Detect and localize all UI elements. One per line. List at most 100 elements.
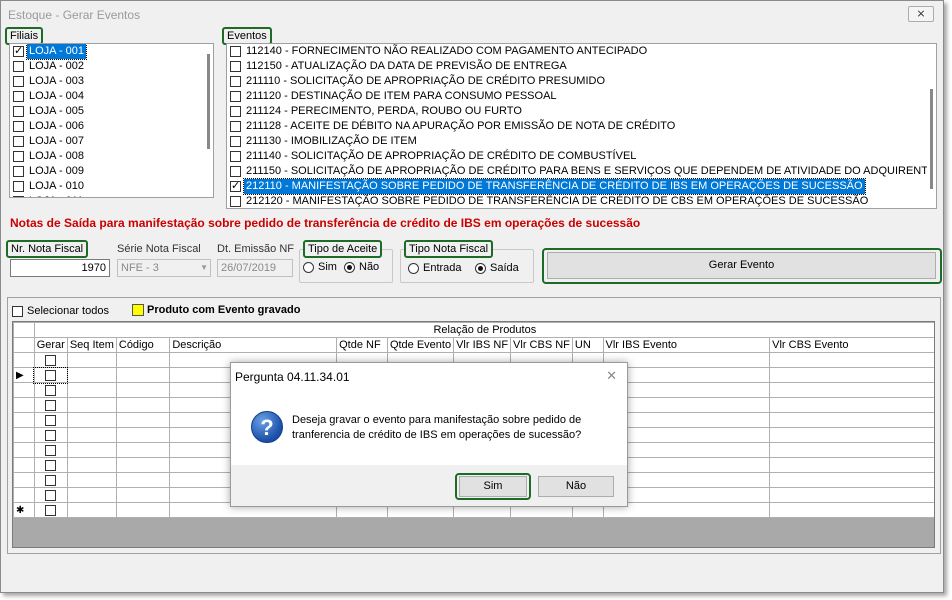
grid-cell[interactable] <box>769 442 934 458</box>
grid-cell[interactable] <box>602 457 771 473</box>
gerar-cell[interactable] <box>33 442 68 458</box>
aceite-nao-radio[interactable] <box>344 261 355 273</box>
eventos-item-checkbox[interactable] <box>230 91 241 102</box>
grid-cell[interactable] <box>66 457 117 473</box>
grid-cell[interactable] <box>769 367 934 383</box>
filiais-item-checkbox[interactable] <box>13 136 24 147</box>
grid-cell[interactable] <box>602 397 771 413</box>
gerar-checkbox[interactable] <box>45 429 57 441</box>
eventos-item-checkbox[interactable] <box>230 76 241 87</box>
grid-cell[interactable] <box>66 487 117 503</box>
selecionar-todos-checkbox[interactable] <box>12 305 23 317</box>
gerar-cell[interactable] <box>33 457 68 473</box>
eventos-item[interactable]: 112150 - ATUALIZAÇÃO DA DATA DE PREVISÃO… <box>227 59 569 74</box>
gerar-checkbox[interactable] <box>45 384 57 396</box>
emissao-input[interactable]: 26/07/2019 <box>217 259 293 277</box>
filiais-item[interactable]: LOJA - 011 <box>10 194 85 197</box>
eventos-item-checkbox[interactable] <box>230 179 241 193</box>
grid-cell[interactable] <box>769 457 934 473</box>
grid-cell[interactable] <box>602 487 771 503</box>
filiais-item-checkbox[interactable] <box>13 106 24 117</box>
aceite-sim-radio[interactable] <box>303 261 314 273</box>
grid-cell[interactable] <box>66 427 117 443</box>
eventos-item[interactable]: 112140 - FORNECIMENTO NÃO REALIZADO COM … <box>227 44 649 59</box>
filiais-list[interactable]: LOJA - 001LOJA - 002 LOJA - 003 LOJA - 004… <box>9 43 214 198</box>
grid-cell[interactable] <box>769 472 934 488</box>
serie-select[interactable]: NFE - 3 ▼ <box>117 259 211 277</box>
gerar-cell[interactable] <box>33 502 68 518</box>
filiais-item-checkbox[interactable] <box>13 76 24 87</box>
eventos-item[interactable]: 211140 - SOLICITAÇÃO DE APROPRIAÇÃO DE C… <box>227 149 638 164</box>
eventos-item-checkbox[interactable] <box>230 196 241 207</box>
gerar-cell[interactable] <box>33 427 68 443</box>
grid-cell[interactable] <box>115 472 171 488</box>
eventos-item[interactable]: 212120 - MANIFESTAÇÃO SOBRE PEDIDO DE TR… <box>227 194 870 208</box>
window-close-button[interactable]: ⨯ <box>908 6 934 22</box>
grid-cell[interactable] <box>66 502 117 518</box>
gerar-cell[interactable] <box>33 382 68 398</box>
filiais-item[interactable]: LOJA - 001 <box>10 44 88 60</box>
aceite-sim-option[interactable]: Sim <box>303 261 337 273</box>
filiais-scrollbar[interactable] <box>204 44 213 197</box>
grid-cell[interactable] <box>602 382 771 398</box>
filiais-item-checkbox[interactable] <box>13 91 24 102</box>
dialog-close-icon[interactable]: ✕ <box>606 368 617 384</box>
nota-saida-option[interactable]: Saída <box>475 262 519 274</box>
eventos-item[interactable]: 212110 - MANIFESTAÇÃO SOBRE PEDIDO DE TR… <box>227 178 866 195</box>
aceite-nao-option[interactable]: Não <box>344 261 379 273</box>
grid-cell[interactable] <box>115 352 171 368</box>
grid-cell[interactable] <box>66 352 117 368</box>
eventos-item[interactable]: 211150 - SOLICITAÇÃO DE APROPRIAÇÃO DE C… <box>227 164 936 179</box>
gerar-checkbox[interactable] <box>45 474 57 486</box>
grid-cell[interactable] <box>769 352 934 368</box>
grid-cell[interactable] <box>769 487 934 503</box>
grid-cell[interactable] <box>769 397 934 413</box>
filiais-item-checkbox[interactable] <box>13 181 24 192</box>
grid-column-header[interactable]: Vlr IBS NF <box>453 337 512 353</box>
grid-cell[interactable] <box>66 442 117 458</box>
grid-cell[interactable] <box>769 382 934 398</box>
eventos-list[interactable]: 112140 - FORNECIMENTO NÃO REALIZADO COM … <box>226 43 937 209</box>
grid-cell[interactable] <box>115 367 171 383</box>
gerar-cell[interactable] <box>33 366 69 384</box>
grid-cell[interactable] <box>602 502 771 518</box>
gerar-cell[interactable] <box>33 397 68 413</box>
gerar-cell[interactable] <box>33 487 68 503</box>
grid-column-header[interactable]: Qtde NF <box>336 337 388 353</box>
eventos-item-checkbox[interactable] <box>230 121 241 132</box>
gerar-cell[interactable] <box>33 352 68 368</box>
nota-fiscal-input[interactable]: 1970 <box>10 259 110 277</box>
grid-cell[interactable] <box>769 502 934 518</box>
filiais-item-checkbox[interactable] <box>13 151 24 162</box>
gerar-checkbox[interactable] <box>45 459 57 471</box>
grid-cell[interactable] <box>602 412 771 428</box>
filiais-item[interactable]: LOJA - 004 <box>10 89 86 104</box>
grid-column-header[interactable]: Seq Item <box>66 337 117 353</box>
filiais-item[interactable]: LOJA - 007 <box>10 134 86 149</box>
gerar-cell[interactable] <box>33 412 68 428</box>
grid-cell[interactable] <box>115 502 171 518</box>
eventos-scrollbar[interactable] <box>927 44 936 208</box>
gerar-cell[interactable] <box>33 472 68 488</box>
eventos-item-checkbox[interactable] <box>230 151 241 162</box>
grid-column-header[interactable]: Código <box>115 337 171 353</box>
grid-cell[interactable] <box>66 472 117 488</box>
eventos-item[interactable]: 211110 - SOLICITAÇÃO DE APROPRIAÇÃO DE C… <box>227 74 607 89</box>
grid-cell[interactable] <box>115 412 171 428</box>
filiais-item[interactable]: LOJA - 002 <box>10 59 86 74</box>
grid-cell[interactable] <box>66 367 117 383</box>
grid-cell[interactable] <box>769 427 934 443</box>
filiais-item[interactable]: LOJA - 010 <box>10 179 86 194</box>
dialog-sim-button[interactable]: Sim <box>459 476 527 497</box>
gerar-checkbox[interactable] <box>45 414 57 426</box>
grid-cell[interactable] <box>66 382 117 398</box>
eventos-item-checkbox[interactable] <box>230 46 241 57</box>
eventos-item[interactable]: 211120 - DESTINAÇÃO DE ITEM PARA CONSUMO… <box>227 89 559 104</box>
grid-cell[interactable] <box>115 442 171 458</box>
filiais-item[interactable]: LOJA - 008 <box>10 149 86 164</box>
dialog-nao-button[interactable]: Não <box>538 476 614 497</box>
eventos-item-checkbox[interactable] <box>230 106 241 117</box>
grid-cell[interactable] <box>602 427 771 443</box>
grid-column-header[interactable]: Descrição <box>169 337 338 353</box>
filiais-item[interactable]: LOJA - 009 <box>10 164 86 179</box>
